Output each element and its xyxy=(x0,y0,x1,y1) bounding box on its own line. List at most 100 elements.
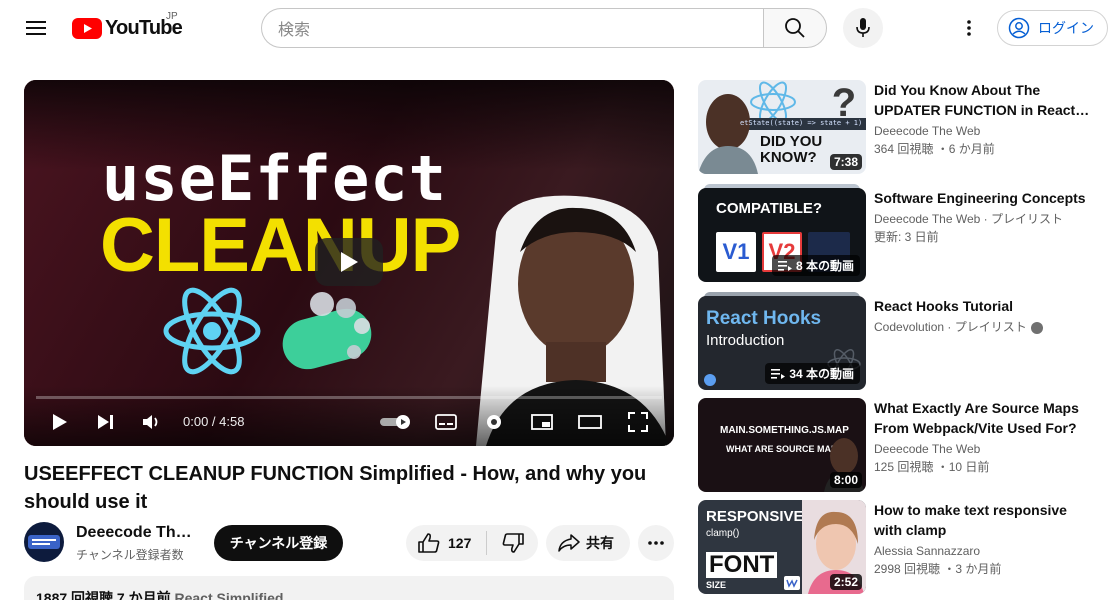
autoplay-toggle-icon xyxy=(380,415,410,429)
hamburger-menu-button[interactable] xyxy=(20,12,52,44)
recommendation-channel[interactable]: Deeecode The Web xyxy=(874,122,1094,140)
recommendation-channel-text: Codevolution · プレイリスト xyxy=(874,320,1027,334)
share-label: 共有 xyxy=(586,535,614,551)
recommendation-item[interactable]: RESPONSIVE clamp() FONT SIZE 2:52 How to… xyxy=(698,500,1098,594)
video-duration: 7:38 xyxy=(829,154,862,170)
search-placeholder: 検索 xyxy=(278,22,311,39)
miniplayer-button[interactable] xyxy=(530,410,554,434)
recommendation-playlist-item[interactable]: COMPATIBLE? V1 V2 8 本の動画 Software Engine… xyxy=(698,184,1098,282)
hamburger-icon xyxy=(26,21,46,35)
recommendation-thumbnail[interactable]: MAIN.SOMETHING.JS.MAP WHAT ARE SOURCE MA… xyxy=(698,398,866,492)
like-count: 127 xyxy=(448,535,472,551)
recommendation-thumbnail[interactable]: ? etState((state) => state + 1) DID YOU … xyxy=(698,80,866,174)
description-tag[interactable]: React Simplified xyxy=(175,590,284,600)
next-button[interactable] xyxy=(94,410,118,434)
signin-label: ログイン xyxy=(1038,20,1094,36)
thumbnail-v1-box: V1 xyxy=(716,232,756,272)
autoplay-toggle[interactable] xyxy=(378,410,414,434)
recommendation-thumbnail[interactable]: RESPONSIVE clamp() FONT SIZE 2:52 xyxy=(698,500,866,594)
subtitles-icon xyxy=(435,414,457,430)
recommendation-title[interactable]: Did You Know About The UPDATER FUNCTION … xyxy=(874,80,1094,120)
thumbnail-caption-1: RESPONSIVE xyxy=(706,508,804,525)
recommendation-item[interactable]: ? etState((state) => state + 1) DID YOU … xyxy=(698,80,1098,174)
search-input[interactable]: 検索 xyxy=(261,8,764,48)
playlist-video-count: 8 本の動画 xyxy=(795,259,854,273)
fullscreen-icon xyxy=(628,412,648,432)
play-icon xyxy=(53,414,67,430)
volume-icon xyxy=(143,415,158,429)
soap-bubbles-icon xyxy=(282,292,372,370)
dislike-button[interactable] xyxy=(487,525,538,561)
top-bar: YouTube JP 検索 ログイン xyxy=(0,0,1109,56)
video-duration: 8:00 xyxy=(829,472,862,488)
play-button[interactable] xyxy=(48,410,72,434)
more-vert-icon xyxy=(967,20,971,36)
recommendation-item[interactable]: MAIN.SOMETHING.JS.MAP WHAT ARE SOURCE MA… xyxy=(698,398,1098,492)
volume-button[interactable] xyxy=(140,410,164,434)
like-button[interactable]: 127 xyxy=(406,525,486,561)
recommendation-title[interactable]: What Exactly Are Source Maps From Webpac… xyxy=(874,398,1094,438)
channel-subscribers: チャンネル登録者数 xyxy=(76,548,184,562)
thumbnail-caption-4: SIZE xyxy=(706,580,727,590)
gear-icon xyxy=(487,415,501,429)
like-dislike-group: 127 xyxy=(406,525,538,561)
voice-search-button[interactable] xyxy=(843,8,883,48)
video-title: USEEFFECT CLEANUP FUNCTION Simplified - … xyxy=(24,463,647,513)
description-stats: 1887 回視聴 7 か月前 xyxy=(36,590,171,600)
thumbs-up-icon xyxy=(418,533,440,553)
playlist-thumbnail[interactable]: React Hooks Introduction 34 本の動画 xyxy=(698,296,866,390)
recommendation-channel[interactable]: Deeecode The Web · プレイリスト xyxy=(874,210,1094,228)
thumbnail-title-line2: CLEANUP xyxy=(100,203,461,288)
search-icon xyxy=(785,18,805,38)
recommendation-title[interactable]: How to make text responsive with clamp xyxy=(874,500,1094,540)
youtube-play-icon xyxy=(72,17,102,39)
account-icon xyxy=(1008,17,1030,39)
channel-avatar[interactable] xyxy=(24,522,64,562)
miniplayer-icon xyxy=(531,414,553,430)
recommendation-stats: 2998 回視聴 ・3 か月前 xyxy=(874,562,1002,576)
recommendation-stats: 125 回視聴 ・10 日前 xyxy=(874,460,990,474)
playlist-thumbnail[interactable]: COMPATIBLE? V1 V2 8 本の動画 xyxy=(698,188,866,282)
recommendation-stats: 更新: 3 日前 xyxy=(874,230,939,244)
thumbnail-caption-1: DID YOU xyxy=(760,133,823,150)
recommendation-channel[interactable]: Alessia Sannazzaro xyxy=(874,542,1094,560)
subtitles-button[interactable] xyxy=(434,410,458,434)
time-display: 0:00 / 4:58 xyxy=(183,414,245,429)
search-button[interactable] xyxy=(763,8,827,48)
settings-button[interactable] xyxy=(482,410,506,434)
channel-logo-icon xyxy=(28,535,60,549)
theater-mode-button[interactable] xyxy=(578,410,602,434)
player-controls-bar xyxy=(24,386,674,446)
video-duration: 2:52 xyxy=(829,574,862,590)
share-icon xyxy=(558,534,580,552)
channel-name[interactable]: Deeecode The Web xyxy=(76,524,196,542)
thumbnail-caption-2: KNOW? xyxy=(760,149,817,166)
country-code: JP xyxy=(166,11,178,22)
microphone-icon xyxy=(856,18,870,37)
more-actions-button[interactable] xyxy=(638,525,674,561)
verified-icon xyxy=(1030,321,1043,334)
skip-next-icon xyxy=(98,415,113,429)
settings-menu-button[interactable] xyxy=(953,12,985,44)
more-horiz-icon xyxy=(648,541,664,545)
play-overlay-button[interactable] xyxy=(315,238,383,286)
recommendation-title[interactable]: Software Engineering Concepts xyxy=(874,188,1094,208)
share-button[interactable]: 共有 xyxy=(546,525,630,561)
progress-bar[interactable] xyxy=(36,396,662,399)
recommendation-channel[interactable]: Deeecode The Web xyxy=(874,440,1094,458)
video-player[interactable]: useEffect CLEANUP 0:00 / 4:58 xyxy=(24,80,674,446)
recommendation-stats: 364 回視聴 ・6 か月前 xyxy=(874,142,995,156)
thumbnail-code-text: etState((state) => state + 1) xyxy=(740,119,863,127)
recommendation-playlist-item[interactable]: React Hooks Introduction 34 本の動画 React H… xyxy=(698,292,1098,390)
playlist-count-badge: 34 本の動画 xyxy=(765,363,860,384)
recommendation-channel[interactable]: Codevolution · プレイリスト xyxy=(874,318,1094,336)
info-icon xyxy=(704,374,716,386)
thumbnail-caption-1: React Hooks xyxy=(706,308,822,329)
subscribe-button[interactable]: チャンネル登録 xyxy=(214,525,343,561)
description-box[interactable]: 1887 回視聴 7 か月前 React Simplified xyxy=(24,576,674,600)
fullscreen-button[interactable] xyxy=(626,410,650,434)
recommendation-title[interactable]: React Hooks Tutorial xyxy=(874,296,1094,316)
theater-mode-icon xyxy=(578,415,602,429)
playlist-icon xyxy=(777,260,792,271)
signin-button[interactable]: ログイン xyxy=(997,10,1108,46)
